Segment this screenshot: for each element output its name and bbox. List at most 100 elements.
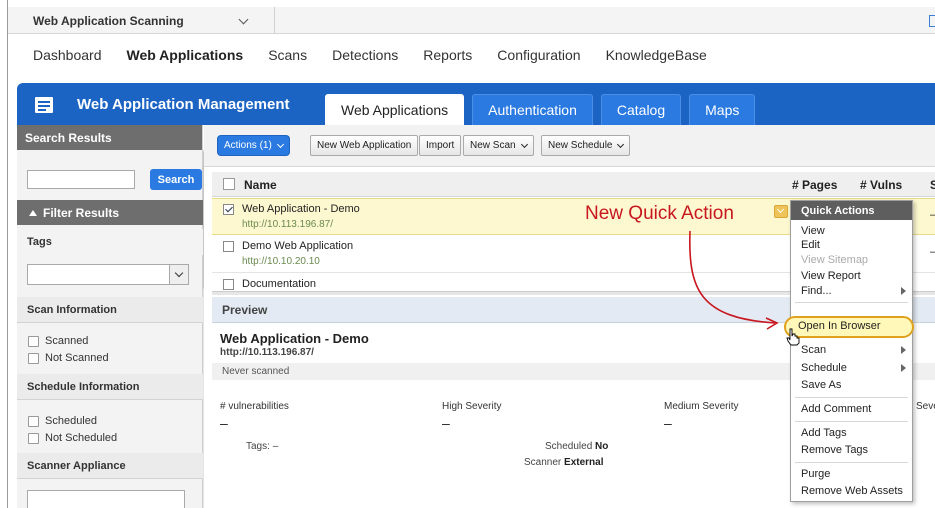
column-vulns[interactable]: # Vulns xyxy=(860,178,902,192)
tab-maps[interactable]: Maps xyxy=(689,94,756,125)
filter-results-header[interactable]: Filter Results xyxy=(17,200,203,225)
row-url: http://10.113.196.87/ xyxy=(242,219,334,230)
chevron-down-icon xyxy=(276,140,284,148)
tab-authentication[interactable]: Authentication xyxy=(472,94,593,125)
column-name[interactable]: Name xyxy=(244,178,277,192)
top-bar: Web Application Scanning xyxy=(8,7,935,34)
metric-high-label: High Severity xyxy=(442,401,502,412)
checkbox[interactable] xyxy=(28,415,39,427)
nav-scans[interactable]: Scans xyxy=(268,47,307,63)
row-status: – xyxy=(930,246,935,258)
scanner-label: Scanner xyxy=(524,457,562,468)
menu-divider xyxy=(795,397,908,398)
submenu-arrow-icon xyxy=(901,287,906,295)
menu-item-add-tags[interactable]: Add Tags xyxy=(801,427,847,439)
checkbox[interactable] xyxy=(28,335,39,347)
app-switcher-label: Web Application Scanning xyxy=(33,13,184,28)
row-checkbox[interactable] xyxy=(223,204,234,215)
metric-vulnerabilities-label: # vulnerabilities xyxy=(220,401,289,412)
preview-scanner: Scanner External xyxy=(524,457,604,468)
menu-item-remove-web-assets[interactable]: Remove Web Assets xyxy=(801,485,903,497)
scanner-appliance-title: Scanner Appliance xyxy=(17,453,203,479)
filter-not-scheduled-label: Not Scheduled xyxy=(45,432,118,444)
search-results-header: Search Results xyxy=(17,125,202,150)
menu-divider xyxy=(795,462,908,463)
column-s[interactable]: S xyxy=(930,178,935,192)
nav-detections[interactable]: Detections xyxy=(332,47,398,63)
menu-divider xyxy=(795,302,908,303)
import-button[interactable]: Import xyxy=(419,135,462,156)
collapse-triangle-icon xyxy=(29,209,37,216)
tags-dropdown-button[interactable] xyxy=(169,265,188,284)
filter-not-scanned[interactable]: Not Scanned xyxy=(28,352,109,364)
metric-severity-label: Seve xyxy=(916,401,935,412)
submenu-arrow-icon xyxy=(901,346,906,354)
column-pages[interactable]: # Pages xyxy=(792,178,837,192)
chevron-down-icon xyxy=(238,14,249,25)
filter-not-scheduled[interactable]: Not Scheduled xyxy=(28,432,117,444)
chevron-down-icon xyxy=(617,140,625,148)
search-button[interactable]: Search xyxy=(150,169,202,190)
module-title: Web Application Management xyxy=(77,96,290,113)
menu-item-open-in-browser[interactable]: Open In Browser xyxy=(784,316,914,338)
menu-item-open-in-browser-label: Open In Browser xyxy=(798,320,881,332)
menu-item-scan-label: Scan xyxy=(801,344,827,356)
filter-scheduled[interactable]: Scheduled xyxy=(28,415,97,427)
app-switcher[interactable]: Web Application Scanning xyxy=(8,7,275,34)
row-checkbox[interactable] xyxy=(223,279,234,290)
nav-knowledgebase[interactable]: KnowledgeBase xyxy=(606,47,707,63)
chevron-down-icon xyxy=(174,268,184,278)
row-checkbox[interactable] xyxy=(223,241,234,252)
new-web-application-button[interactable]: New Web Application xyxy=(310,135,419,156)
menu-item-view-report[interactable]: View Report xyxy=(801,270,861,282)
menu-item-purge[interactable]: Purge xyxy=(801,468,830,480)
preview-tags: Tags: – xyxy=(246,441,278,452)
chevron-down-icon xyxy=(776,205,785,214)
menu-item-find-label: Find... xyxy=(801,285,832,297)
actions-button[interactable]: Actions (1) xyxy=(217,135,290,156)
new-scan-button[interactable]: New Scan xyxy=(463,135,534,156)
menu-item-save-as[interactable]: Save As xyxy=(801,379,841,391)
menu-item-edit[interactable]: Edit xyxy=(801,239,820,251)
nav-configuration[interactable]: Configuration xyxy=(497,47,580,63)
row-url: http://10.10.20.10 xyxy=(242,256,320,267)
menu-item-remove-tags[interactable]: Remove Tags xyxy=(801,444,868,456)
select-all-checkbox[interactable] xyxy=(223,178,235,190)
metric-medium-value: – xyxy=(664,415,672,431)
tab-catalog[interactable]: Catalog xyxy=(600,94,682,125)
toolbar: Actions (1) New Web Application Import N… xyxy=(204,125,935,167)
scheduled-value: No xyxy=(595,441,609,452)
quick-actions-trigger[interactable] xyxy=(774,205,788,218)
tab-web-applications[interactable]: Web Applications xyxy=(325,94,465,125)
menu-item-schedule[interactable]: Schedule xyxy=(801,362,911,374)
menu-item-add-comment[interactable]: Add Comment xyxy=(801,403,871,415)
menu-item-view[interactable]: View xyxy=(801,225,825,237)
menu-item-view-sitemap[interactable]: View Sitemap xyxy=(801,254,868,266)
checkbox[interactable] xyxy=(28,432,39,444)
search-input[interactable] xyxy=(27,170,135,189)
tags-label: Tags xyxy=(17,229,203,255)
row-name: Demo Web Application xyxy=(242,240,354,252)
menu-item-scan[interactable]: Scan xyxy=(801,344,911,356)
tags-label: Tags: xyxy=(246,441,270,452)
chevron-down-icon xyxy=(520,140,528,148)
checkbox[interactable] xyxy=(28,352,39,364)
menu-item-schedule-label: Schedule xyxy=(801,362,847,374)
scanner-appliance-input[interactable] xyxy=(27,490,185,508)
module-menu-icon[interactable] xyxy=(35,97,53,113)
nav-dashboard[interactable]: Dashboard xyxy=(33,47,102,63)
schedule-information-title: Schedule Information xyxy=(17,374,203,400)
scan-information-title: Scan Information xyxy=(17,297,203,323)
metric-vulnerabilities-value: – xyxy=(220,415,228,431)
filter-scanned[interactable]: Scanned xyxy=(28,335,88,347)
new-schedule-button[interactable]: New Schedule xyxy=(541,135,631,156)
tags-select[interactable] xyxy=(27,264,189,285)
quick-actions-title: Quick Actions xyxy=(791,201,912,220)
tags-value: – xyxy=(272,441,279,452)
nav-web-applications[interactable]: Web Applications xyxy=(127,47,244,63)
menu-item-find[interactable]: Find... xyxy=(801,285,911,297)
grid-header: Name # Pages # Vulns S xyxy=(212,172,935,197)
menu-divider xyxy=(795,421,908,422)
nav-reports[interactable]: Reports xyxy=(423,47,472,63)
filter-scheduled-label: Scheduled xyxy=(45,415,97,427)
